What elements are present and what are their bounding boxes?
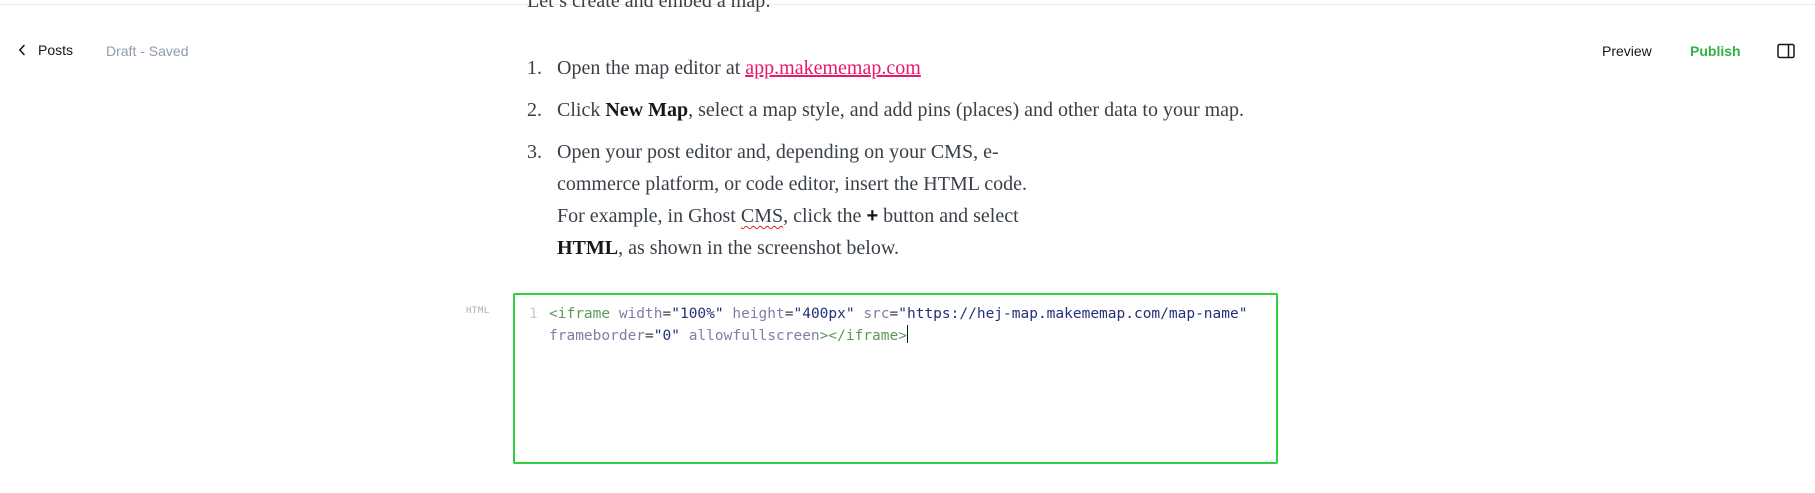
steps-list: 1. Open the map editor at app.makememap.…	[527, 52, 1267, 274]
code-line[interactable]: <iframe width="100%" height="400px" src=…	[549, 303, 1264, 347]
code-token-tag: ></iframe>	[819, 328, 907, 344]
back-to-posts-link[interactable]: Posts	[18, 42, 73, 58]
step-text-part: , click the	[783, 205, 867, 227]
list-item: 1. Open the map editor at app.makememap.…	[527, 52, 1267, 84]
step-number: 3.	[527, 141, 542, 163]
line-number: 1	[529, 306, 538, 322]
list-item: 3. Open your post editor and, depending …	[527, 136, 1267, 264]
step-text-part: , select a map style, and add pins (plac…	[688, 99, 1245, 121]
step-text-part: Open the map editor at	[557, 57, 746, 79]
step-text: Click New Map, select a map style, and a…	[557, 94, 1267, 126]
draft-status: Draft - Saved	[106, 43, 189, 59]
step-text-part: button and select	[878, 205, 1019, 227]
preview-button[interactable]: Preview	[1602, 43, 1652, 59]
makememap-link[interactable]: app.makememap.com	[745, 57, 921, 79]
code-editor[interactable]: 1 <iframe width="100%" height="400px" sr…	[529, 303, 1264, 347]
code-token-attr: allowfullscreen	[688, 328, 820, 344]
publish-button[interactable]: Publish	[1690, 43, 1741, 59]
code-token-attr: width	[618, 306, 663, 322]
html-card-label: HTML	[466, 306, 490, 316]
html-card-editor[interactable]: 1 <iframe width="100%" height="400px" sr…	[513, 293, 1278, 464]
step-text-part: , as shown in the screenshot below.	[618, 237, 899, 259]
code-token-string: "0"	[653, 328, 680, 344]
partial-paragraph: Let’s create and embed a map:	[527, 0, 771, 12]
text-caret	[906, 325, 908, 343]
bold-text: New Map	[605, 99, 689, 121]
code-token-string: "https://hej-map.makememap.com/map-name"	[898, 306, 1248, 322]
code-token-attr: src	[863, 306, 890, 322]
plus-symbol: +	[866, 205, 879, 227]
step-text-part: Click	[557, 99, 606, 121]
step-text-part: For example, in Ghost	[557, 205, 741, 227]
code-token-string: "100%"	[671, 306, 724, 322]
misspelled-word[interactable]: CMS	[741, 205, 783, 227]
code-token-attr: frameborder	[549, 328, 646, 344]
step-number: 1.	[527, 57, 542, 79]
top-border	[0, 0, 1815, 5]
code-token-tag: <iframe	[549, 306, 611, 322]
step-example: For example, in Ghost CMS, click the + b…	[557, 200, 1067, 264]
list-item: 2. Click New Map, select a map style, an…	[527, 94, 1267, 126]
sidebar-toggle-icon[interactable]	[1777, 43, 1795, 59]
back-label: Posts	[38, 42, 74, 58]
bold-text: HTML	[557, 237, 619, 259]
code-token-attr: height	[732, 306, 785, 322]
step-text: Open your post editor and, depending on …	[557, 141, 1027, 195]
code-token-string: "400px"	[793, 306, 855, 322]
step-number: 2.	[527, 99, 542, 121]
step-text: Open the map editor at app.makememap.com	[557, 52, 1267, 84]
chevron-left-icon	[18, 44, 26, 56]
